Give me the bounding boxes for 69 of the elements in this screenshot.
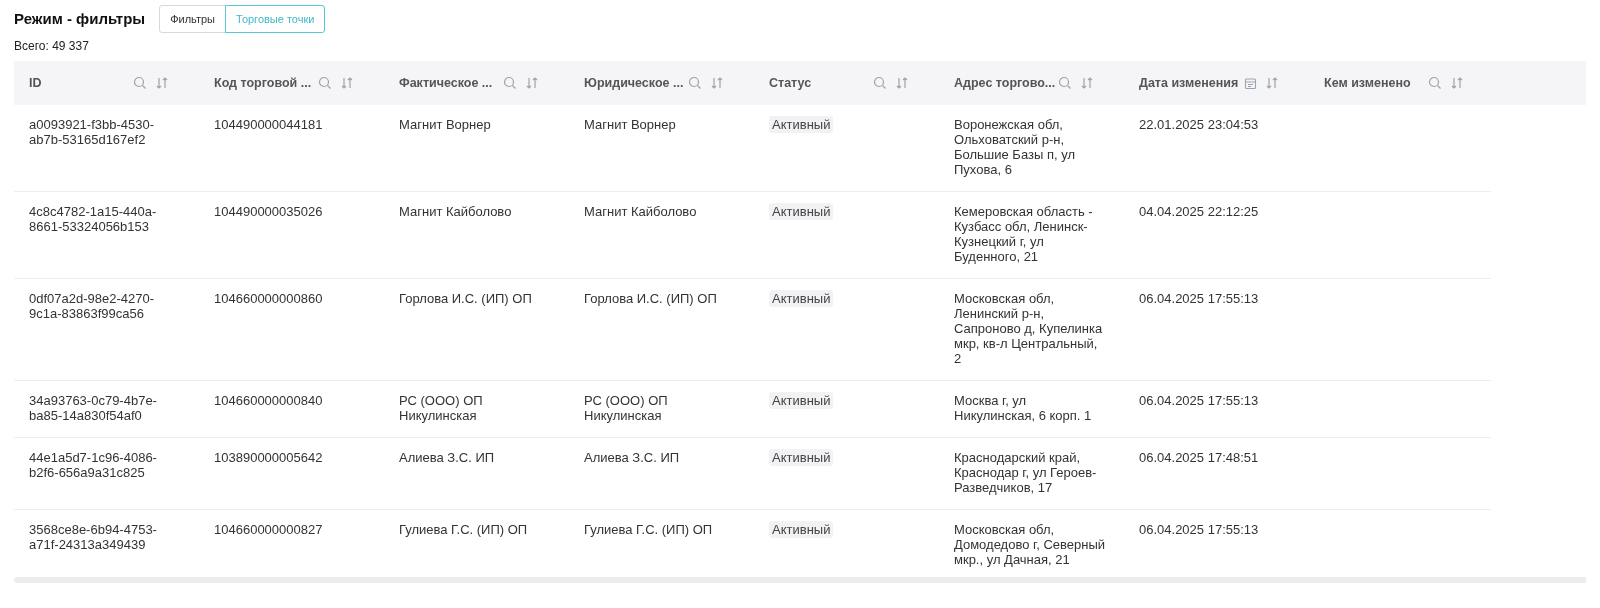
table-cell-text: Горлова И.С. (ИП) ОП xyxy=(584,291,718,306)
column-header: Фактическое ... xyxy=(399,74,494,92)
table-cell-text: 3568ce8e-6b94-4753-a71f-24313a349439 xyxy=(29,522,158,552)
search-icon[interactable] xyxy=(1428,76,1442,90)
sort-icon[interactable] xyxy=(895,76,909,90)
search-icon[interactable] xyxy=(318,76,332,90)
table-cell-text: Воронежская обл, Ольховатский р-н, Большие Базы п, ул Пухова, 6 xyxy=(954,117,1076,177)
table-cell-text: Кемеровская область - Кузбасс обл, Ленинск-Кузнецкий г, ул Буденного, 21 xyxy=(954,204,1094,264)
table-cell-text: Краснодарский край, Краснодар г, ул Героев-Разведчиков, 17 xyxy=(954,450,1098,495)
sort-icon[interactable] xyxy=(155,76,169,90)
search-icon[interactable] xyxy=(873,76,887,90)
table-cell-text: 06.04.2025 17:55:13 xyxy=(1139,522,1260,537)
status-badge: Активный xyxy=(769,290,834,307)
page-title: Режим - фильтры xyxy=(14,8,146,29)
table-cell-text: 06.04.2025 17:55:13 xyxy=(1139,291,1260,306)
table-cell-text: 104660000000840 xyxy=(214,393,324,408)
sort-icon[interactable] xyxy=(1080,76,1094,90)
column-header: Код торговой ... xyxy=(214,74,313,92)
table-cell-text: 44e1a5d7-1c96-4086-b2f6-656a9a31c825 xyxy=(29,450,158,480)
table-cell-text: Москва г, ул Никулинская, 6 корп. 1 xyxy=(954,393,1093,423)
sort-icon[interactable] xyxy=(525,76,539,90)
table-cell-text: Магнит Кайболово xyxy=(399,204,513,219)
table-cell-text: 06.04.2025 17:48:51 xyxy=(1139,450,1260,465)
search-icon[interactable] xyxy=(133,76,147,90)
table-cell-text: Гулиева Г.С. (ИП) ОП xyxy=(399,522,529,537)
sort-icon[interactable] xyxy=(340,76,354,90)
column-header: Юридическое ... xyxy=(584,74,685,92)
table-cell-text: 04.04.2025 22:12:25 xyxy=(1139,204,1260,219)
total-count: Всего: 49 337 xyxy=(14,38,90,55)
status-badge: Активный xyxy=(769,392,834,409)
table-cell-text: РС (ООО) ОП Никулинская xyxy=(399,393,484,423)
sort-icon[interactable] xyxy=(1450,76,1464,90)
table-cell-text: 0df07a2d-98e2-4270-9c1a-83863f99ca56 xyxy=(29,291,156,321)
status-badge: Активный xyxy=(769,203,834,220)
column-header: Статус xyxy=(769,74,813,92)
table-cell-text: 06.04.2025 17:55:13 xyxy=(1139,393,1260,408)
status-badge: Активный xyxy=(769,449,834,466)
column-header: ID xyxy=(29,74,43,92)
table-cell-text: 103890000005642 xyxy=(214,450,324,465)
table-cell-text: a0093921-f3bb-4530-ab7b-53165d167ef2 xyxy=(29,117,156,147)
table-cell-text: Магнит Кайболово xyxy=(584,204,698,219)
table-cell-text: Магнит Ворнер xyxy=(584,117,677,132)
table-cell-text: Горлова И.С. (ИП) ОП xyxy=(399,291,533,306)
table-cell-text: 104660000000827 xyxy=(214,522,324,537)
table-cell: Московская обл, Домодедово г, Северный мкр., ул Дачная, 21 xyxy=(954,522,1106,567)
table-cell-text: 22.01.2025 23:04:53 xyxy=(1139,117,1260,132)
column-header: Адрес торгово... xyxy=(954,74,1057,92)
table-cell-text: РС (ООО) ОП Никулинская xyxy=(584,393,669,423)
table-cell-text: 104490000044181 xyxy=(214,117,324,132)
tab[interactable]: Фильтры xyxy=(159,5,226,33)
search-icon[interactable] xyxy=(1058,76,1072,90)
column-header: Дата изменения xyxy=(1139,74,1240,92)
status-badge: Активный xyxy=(769,521,834,538)
table-cell-text: Магнит Ворнер xyxy=(399,117,492,132)
sort-icon[interactable] xyxy=(710,76,724,90)
search-icon[interactable] xyxy=(688,76,702,90)
calendar-icon[interactable] xyxy=(1244,76,1257,90)
table-cell-text: 104490000035026 xyxy=(214,204,324,219)
column-header: Кем изменено xyxy=(1324,74,1412,92)
table-cell-text: Алиева З.С. ИП xyxy=(399,450,496,465)
sort-icon[interactable] xyxy=(1265,76,1279,90)
table-cell-text: Московская обл, Ленинский р-н, Сапроново д, Купелинка мкр, кв-л Центральный, 2 xyxy=(954,291,1104,366)
table-cell-text: 34a93763-0c79-4b7e-ba85-14a830f54af0 xyxy=(29,393,158,423)
status-badge: Активный xyxy=(769,116,834,133)
table-cell-text: Гулиева Г.С. (ИП) ОП xyxy=(584,522,714,537)
table-cell-text: 4c8c4782-1a15-440a-8661-53324056b153 xyxy=(29,204,158,234)
search-icon[interactable] xyxy=(503,76,517,90)
table-cell-text: 104660000000860 xyxy=(214,291,324,306)
table-cell-text: Алиева З.С. ИП xyxy=(584,450,681,465)
